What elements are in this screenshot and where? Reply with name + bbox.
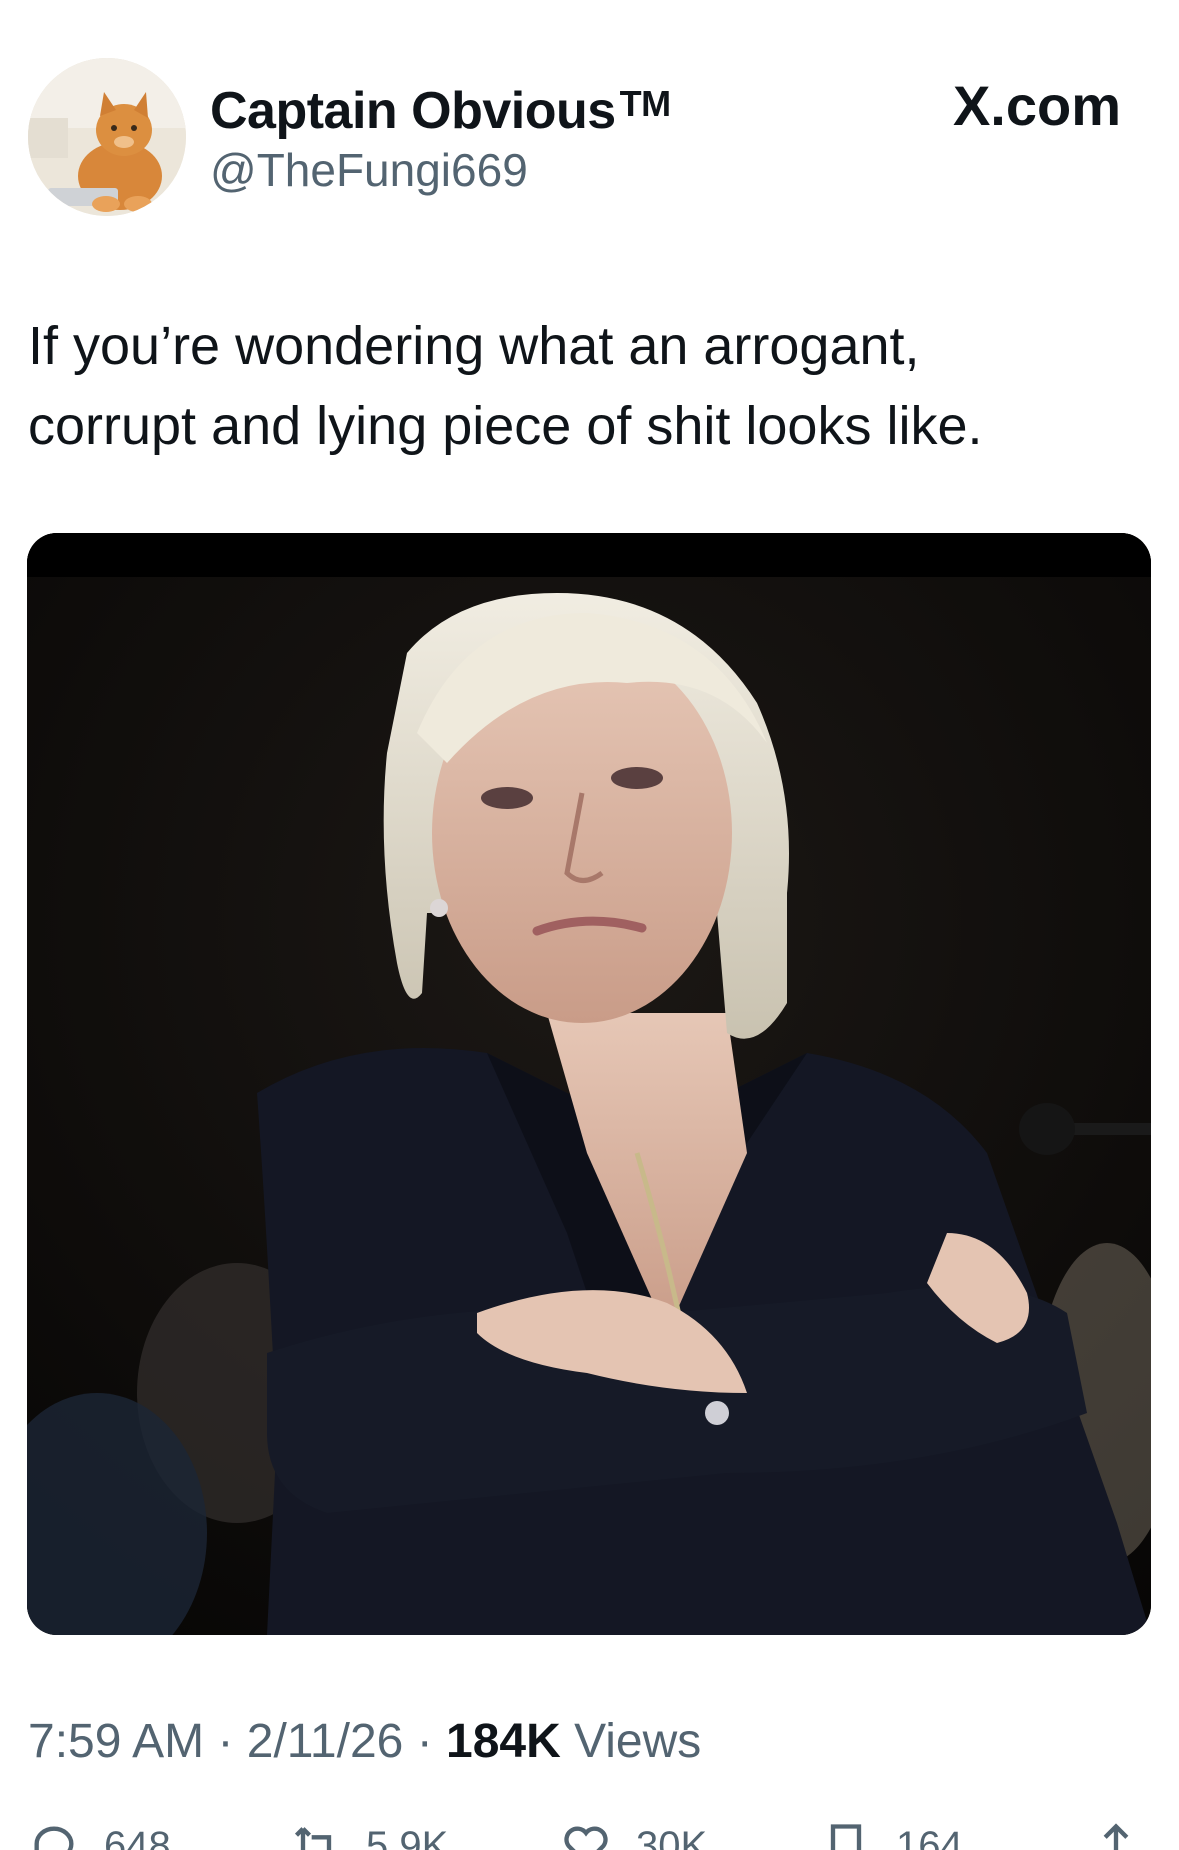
display-name[interactable]: Captain Obvious TM: [210, 74, 671, 141]
tweet-text: If you’re wondering what an arrogant, co…: [28, 306, 1148, 466]
bookmark-icon: [830, 1824, 862, 1850]
share-button[interactable]: [1090, 1820, 1166, 1850]
like-count: 30K: [636, 1823, 708, 1850]
avatar[interactable]: [28, 58, 186, 216]
tweet-screenshot: Captain Obvious TM @TheFungi669 X.com If …: [0, 0, 1179, 1850]
tweet-photo[interactable]: [27, 533, 1151, 1635]
repost-count: 5.9K: [366, 1823, 449, 1850]
reply-button[interactable]: 648: [28, 1820, 171, 1850]
meta-separator: ·: [403, 1715, 447, 1768]
reply-count: 648: [104, 1823, 171, 1850]
reply-icon: [34, 1826, 74, 1850]
tweet-time[interactable]: 7:59 AM: [28, 1715, 204, 1768]
trademark-mark: TM: [619, 83, 671, 124]
tweet-meta: 7:59 AM · 2/11/26 · 184K Views: [28, 1712, 701, 1772]
site-label: X.com: [952, 74, 1121, 137]
portrait-photo-image: [27, 533, 1151, 1635]
tweet-text-line: If you’re wondering what an arrogant,: [28, 316, 920, 376]
like-button[interactable]: 30K: [560, 1820, 707, 1850]
share-icon: [1103, 1823, 1129, 1850]
display-name-text: Captain Obvious: [210, 82, 616, 140]
bookmark-count: 164: [896, 1823, 963, 1850]
tweet-text-line: corrupt and lying piece of shit looks li…: [28, 396, 983, 456]
repost-icon: [294, 1827, 332, 1850]
heart-icon: [564, 1826, 608, 1850]
views-count: 184K: [446, 1715, 561, 1768]
meta-separator: ·: [204, 1715, 247, 1768]
repost-button[interactable]: 5.9K: [290, 1820, 448, 1850]
tweet-date[interactable]: 2/11/26: [247, 1715, 404, 1768]
cat-avatar-image: [28, 58, 186, 216]
user-handle[interactable]: @TheFungi669: [210, 142, 528, 198]
action-bar: 648 5.9K 30K 164: [0, 1820, 1179, 1850]
bookmark-button[interactable]: 164: [820, 1820, 963, 1850]
views-label: Views: [560, 1715, 702, 1768]
